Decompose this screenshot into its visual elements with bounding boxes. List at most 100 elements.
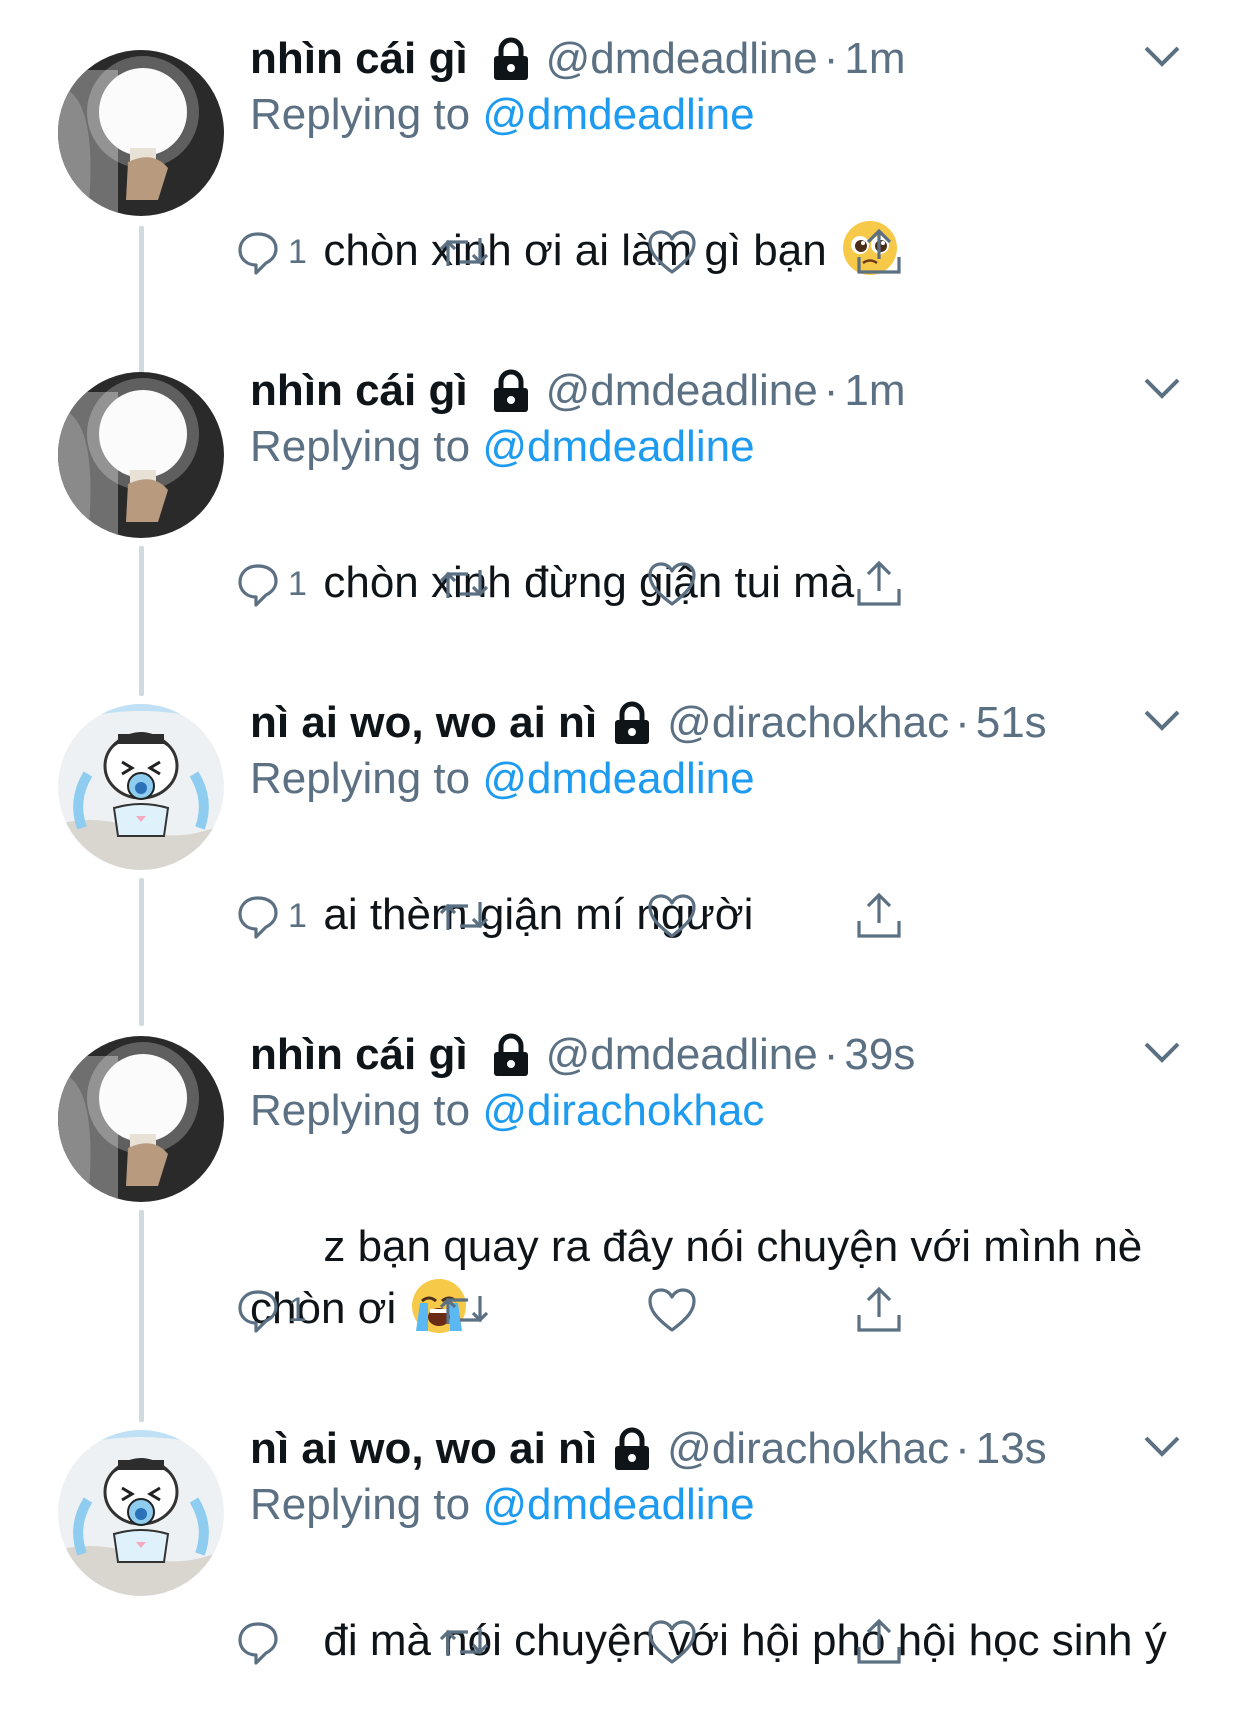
retweet-button[interactable]: [438, 1280, 490, 1340]
share-button[interactable]: [854, 222, 904, 282]
like-button[interactable]: [646, 1612, 698, 1672]
replying-to: Replying to @dmdeadline: [250, 1480, 755, 1530]
lock-icon: [490, 1033, 532, 1077]
avatar[interactable]: [58, 1036, 224, 1202]
share-button[interactable]: [854, 1612, 904, 1672]
tweet-actions: 1: [238, 886, 1010, 946]
lock-icon: [611, 701, 653, 745]
retweet-icon: [438, 228, 490, 276]
share-button[interactable]: [854, 554, 904, 614]
reply-button[interactable]: [234, 1612, 288, 1672]
reply-button[interactable]: 1: [234, 554, 307, 614]
reply-count: 1: [288, 232, 307, 271]
replying-to-mention[interactable]: @dmdeadline: [482, 90, 754, 139]
replying-to-mention[interactable]: @dirachokhac: [482, 1086, 764, 1135]
chevron-down-icon[interactable]: [1142, 374, 1182, 404]
reply-icon: [234, 228, 282, 276]
lock-icon: [611, 1427, 653, 1471]
like-button[interactable]: [646, 1280, 698, 1340]
chevron-down-icon[interactable]: [1142, 42, 1182, 72]
reply-count: 1: [288, 896, 307, 935]
timestamp[interactable]: 39s: [844, 1030, 915, 1080]
share-icon: [854, 227, 904, 277]
avatar[interactable]: [58, 50, 224, 216]
tweet-text: z bạn quay ra đây nói chuyện với mình nè…: [250, 1154, 1190, 1402]
like-button[interactable]: [646, 886, 698, 946]
heart-icon: [646, 560, 698, 608]
share-button[interactable]: [854, 1280, 904, 1340]
timestamp[interactable]: 1m: [844, 34, 905, 84]
share-icon: [854, 1285, 904, 1335]
replying-to-mention[interactable]: @dmdeadline: [482, 422, 754, 471]
tweet-header: nì ai wo, wo ai nì @dirachokhac · 13s: [250, 1418, 1047, 1480]
tweet-actions: [238, 1612, 1010, 1672]
like-button[interactable]: [646, 222, 698, 282]
heart-icon: [646, 228, 698, 276]
tweet-actions: 1: [238, 222, 1010, 282]
share-icon: [854, 559, 904, 609]
avatar[interactable]: [58, 704, 224, 870]
replying-to: Replying to @dmdeadline: [250, 90, 755, 140]
reply-button[interactable]: 1: [234, 1280, 307, 1340]
replying-to-label: Replying to: [250, 754, 471, 803]
reply-button[interactable]: 1: [234, 886, 307, 946]
lock-icon: [490, 37, 532, 81]
replying-to: Replying to @dmdeadline: [250, 754, 755, 804]
user-handle[interactable]: @dmdeadline: [546, 366, 818, 416]
display-name[interactable]: nì ai wo, wo ai nì: [250, 698, 597, 748]
replying-to-label: Replying to: [250, 90, 471, 139]
reply-button[interactable]: 1: [234, 222, 307, 282]
tweet-header: nhìn cái gì @dmdeadline · 39s: [250, 1024, 915, 1086]
retweet-button[interactable]: [438, 222, 490, 282]
separator-dot: ·: [955, 698, 970, 747]
heart-icon: [646, 1618, 698, 1666]
tweet-header: nhìn cái gì @dmdeadline · 1m: [250, 28, 906, 90]
separator-dot: ·: [823, 34, 839, 83]
lock-icon: [490, 369, 532, 413]
thread-connector: [139, 1210, 144, 1422]
display-name[interactable]: nì ai wo, wo ai nì: [250, 1424, 597, 1474]
tweet-actions: 1: [238, 1280, 1010, 1340]
user-handle[interactable]: @dmdeadline: [546, 1030, 818, 1080]
user-handle[interactable]: @dirachokhac: [667, 1424, 949, 1474]
replying-to: Replying to @dmdeadline: [250, 422, 755, 472]
timestamp[interactable]: 1m: [844, 366, 905, 416]
chevron-down-icon[interactable]: [1142, 1038, 1182, 1068]
chevron-down-icon[interactable]: [1142, 1432, 1182, 1462]
retweet-button[interactable]: [438, 886, 490, 946]
reply-count: 1: [288, 564, 307, 603]
replying-to-label: Replying to: [250, 1480, 471, 1529]
reply-icon: [234, 1286, 282, 1334]
share-icon: [854, 891, 904, 941]
replying-to-label: Replying to: [250, 1086, 471, 1135]
display-name[interactable]: nhìn cái gì: [250, 366, 468, 416]
separator-dot: ·: [823, 366, 839, 415]
user-handle[interactable]: @dmdeadline: [546, 34, 818, 84]
replying-to-mention[interactable]: @dmdeadline: [482, 754, 754, 803]
separator-dot: ·: [823, 1030, 839, 1079]
like-button[interactable]: [646, 554, 698, 614]
share-icon: [854, 1617, 904, 1667]
retweet-button[interactable]: [438, 554, 490, 614]
reply-icon: [234, 1618, 282, 1666]
retweet-icon: [438, 892, 490, 940]
replying-to: Replying to @dirachokhac: [250, 1086, 764, 1136]
retweet-button[interactable]: [438, 1612, 490, 1672]
heart-icon: [646, 1286, 698, 1334]
user-handle[interactable]: @dirachokhac: [667, 698, 949, 748]
thread-connector: [139, 546, 144, 696]
chevron-down-icon[interactable]: [1142, 706, 1182, 736]
reply-icon: [234, 892, 282, 940]
reply-icon: [234, 560, 282, 608]
timestamp[interactable]: 51s: [976, 698, 1047, 748]
thread-connector: [139, 226, 144, 382]
avatar[interactable]: [58, 372, 224, 538]
avatar[interactable]: [58, 1430, 224, 1596]
retweet-icon: [438, 560, 490, 608]
replying-to-mention[interactable]: @dmdeadline: [482, 1480, 754, 1529]
timestamp[interactable]: 13s: [976, 1424, 1047, 1474]
display-name[interactable]: nhìn cái gì: [250, 1030, 468, 1080]
reply-thread: nhìn cái gì @dmdeadline · 1m Replying to…: [0, 0, 1242, 1723]
display-name[interactable]: nhìn cái gì: [250, 34, 468, 84]
share-button[interactable]: [854, 886, 904, 946]
